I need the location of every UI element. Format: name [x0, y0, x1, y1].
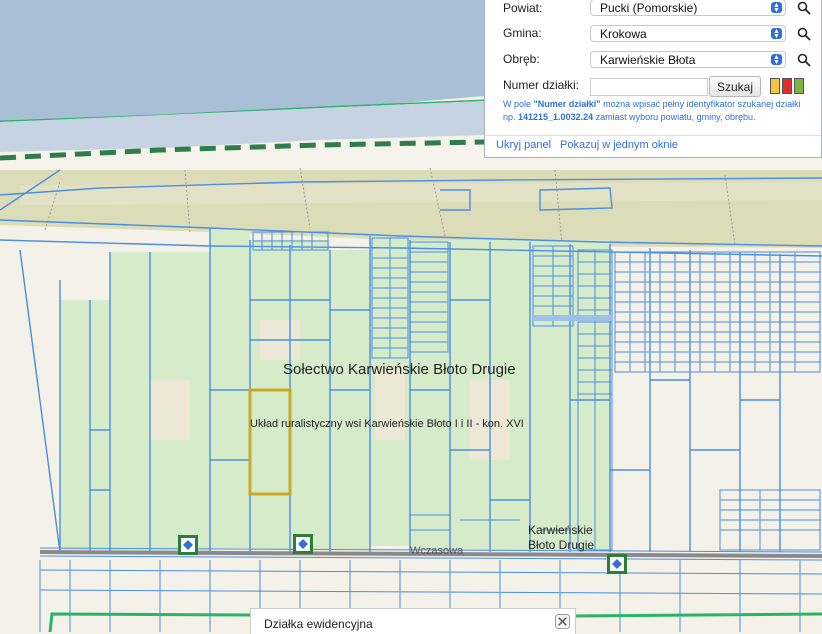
chevron-updown-icon: ▲ ▼ — [771, 28, 782, 40]
search-icon[interactable] — [797, 1, 811, 15]
hint-line-1: W pole "Numer działki" można wpisać pełn… — [503, 98, 815, 111]
numer-row: Numer działki: — [503, 75, 591, 95]
close-icon[interactable] — [555, 614, 570, 629]
powiat-label: Powiat: — [503, 1, 543, 15]
poi-marker-icon[interactable] — [178, 535, 198, 555]
poi-marker-icon[interactable] — [607, 554, 627, 574]
gmina-label: Gmina: — [503, 26, 542, 40]
hint-text: W pole — [503, 99, 534, 109]
color-swatch-green[interactable] — [794, 78, 804, 94]
hint-text: np. — [503, 112, 519, 122]
hint-bold: 141215_1.0032.24 — [518, 112, 594, 122]
gmina-select[interactable]: Krokowa ▲ ▼ — [590, 25, 786, 42]
obreb-label: Obręb: — [503, 52, 540, 66]
color-swatch-yellow[interactable] — [770, 78, 780, 94]
hint-line-2: np. 141215_1.0032.24 zamiast wyboru powi… — [503, 111, 815, 124]
chevron-updown-icon: ▲ ▼ — [771, 54, 782, 66]
search-button[interactable]: Szukaj — [709, 76, 761, 97]
search-hint: W pole "Numer działki" można wpisać pełn… — [503, 98, 815, 124]
gmina-value: Krokowa — [600, 27, 647, 41]
label-solectwo: Sołectwo Karwieńskie Błoto Drugie — [283, 361, 516, 378]
obreb-value: Karwieńskie Błota — [600, 53, 696, 67]
single-window-link[interactable]: Pokazuj w jednym oknie — [560, 139, 678, 151]
obreb-row: Obręb: — [503, 49, 591, 69]
hint-text: zamiast wyboru powiatu, gminy, obrębu. — [593, 112, 756, 122]
hide-panel-link[interactable]: Ukryj panel — [496, 139, 551, 151]
obreb-select[interactable]: Karwieńskie Błota ▲ ▼ — [590, 51, 786, 68]
gmina-row: Gmina: — [503, 23, 591, 43]
label-uklad: Układ ruralistyczny wsi Karwieńskie Błot… — [250, 418, 524, 430]
numer-label: Numer działki: — [503, 78, 580, 92]
parcel-search-panel: Powiat: Pucki (Pomorskie) ▲ ▼ Gmina: Krok… — [484, 0, 822, 158]
powiat-select[interactable]: Pucki (Pomorskie) ▲ ▼ — [590, 0, 786, 16]
hint-text: można wpisać pełny identyfikator szukane… — [600, 99, 801, 109]
panel-links: Ukryj panel Pokazuj w jednym oknie — [485, 135, 821, 158]
label-village-line2: Błoto Drugie — [528, 538, 595, 552]
powiat-row: Powiat: — [503, 0, 591, 18]
parcel-info-title: Działka ewidencyjna — [264, 617, 373, 631]
chevron-updown-icon: ▲ ▼ — [771, 2, 782, 14]
search-icon[interactable] — [797, 53, 811, 67]
color-swatch-red[interactable] — [782, 78, 792, 94]
parcel-info-tab[interactable]: Działka ewidencyjna — [250, 608, 576, 634]
search-icon[interactable] — [797, 27, 811, 41]
label-street: Wczasowa — [410, 545, 464, 557]
powiat-value: Pucki (Pomorskie) — [600, 1, 698, 15]
label-village-line1: Karwieńskie — [528, 523, 593, 537]
parcel-number-input[interactable] — [590, 78, 708, 96]
poi-marker-icon[interactable] — [293, 534, 313, 554]
hint-bold: "Numer działki" — [533, 99, 601, 109]
